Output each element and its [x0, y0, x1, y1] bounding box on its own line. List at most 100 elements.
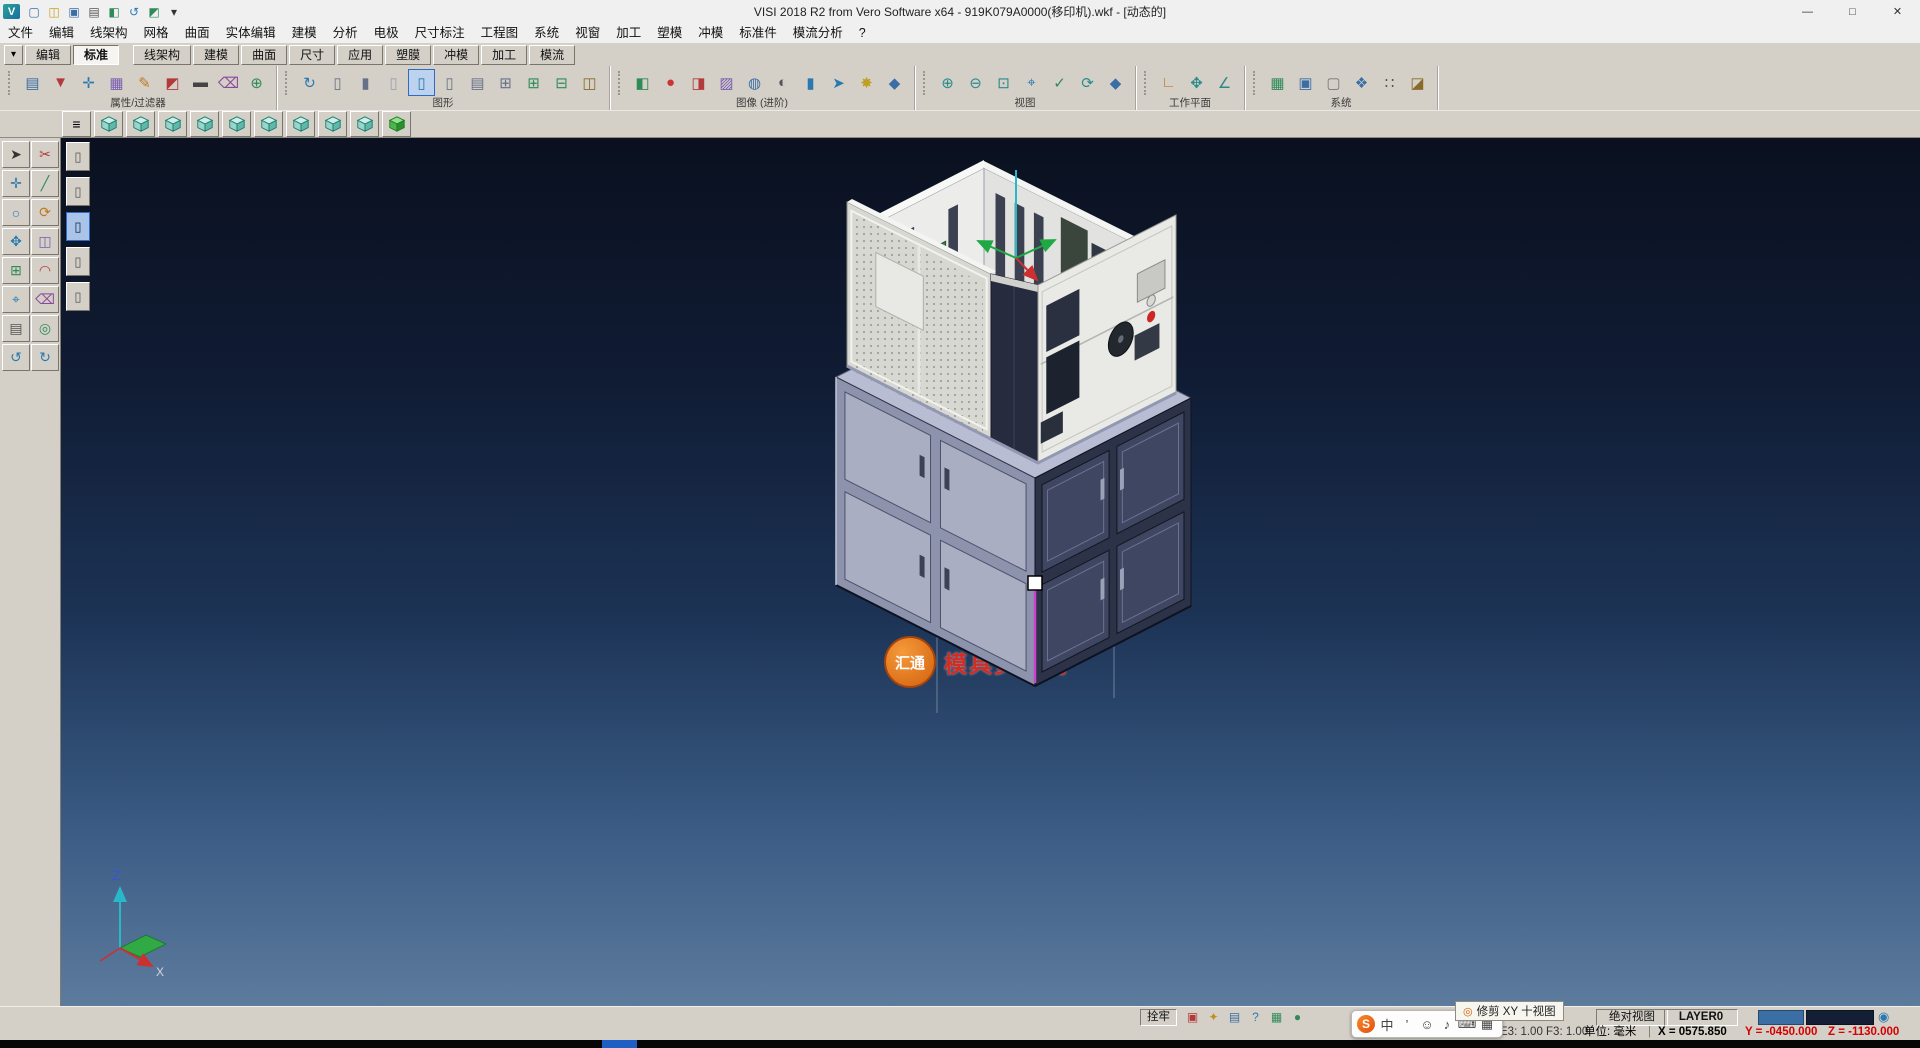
quick-select-icon[interactable]: ✛: [75, 69, 102, 96]
status-grid-icon[interactable]: ▦: [1267, 1009, 1286, 1025]
menu-item[interactable]: 标准件: [731, 23, 785, 43]
select-arrow-icon[interactable]: ➤: [2, 141, 30, 168]
status-end-icon[interactable]: ◉: [1878, 1009, 1889, 1025]
trim-icon[interactable]: ✂: [31, 141, 59, 168]
status-doc-icon[interactable]: ▤: [1225, 1009, 1244, 1025]
active-layer-indicator[interactable]: LAYER0: [1664, 1009, 1738, 1026]
verify-icon[interactable]: ✓: [1046, 69, 1073, 96]
reflect-icon[interactable]: ◆: [881, 69, 908, 96]
menu-item[interactable]: 塑模: [649, 23, 690, 43]
tab-dropdown-button[interactable]: ▾: [4, 45, 23, 65]
blank-page-icon[interactable]: ▢: [1320, 69, 1347, 96]
rotate-view-icon[interactable]: ⟳: [1074, 69, 1101, 96]
undo-icon[interactable]: ↺: [124, 2, 144, 21]
filter-wire-button[interactable]: ▯: [66, 177, 90, 206]
undo-icon[interactable]: ↺: [2, 344, 30, 371]
pen-style-icon[interactable]: ✎: [131, 69, 158, 96]
offset-icon[interactable]: ⊞: [2, 257, 30, 284]
menu-item[interactable]: 模流分析: [785, 23, 851, 43]
view-front[interactable]: [126, 111, 155, 137]
body-new-icon[interactable]: ⊞: [492, 69, 519, 96]
refresh-attr-icon[interactable]: ⊕: [243, 69, 270, 96]
menu-item[interactable]: 系统: [526, 23, 567, 43]
taskbar-app-indicator[interactable]: [602, 1040, 637, 1048]
filter-mesh-button[interactable]: ▯: [66, 282, 90, 311]
view-iso-3[interactable]: [350, 111, 379, 137]
tilt-plane-icon[interactable]: ◪: [1404, 69, 1431, 96]
highlight-icon[interactable]: ▮: [797, 69, 824, 96]
erase-icon[interactable]: ⌫: [31, 286, 59, 313]
erase-attr-icon[interactable]: ⌫: [215, 69, 242, 96]
circle-icon[interactable]: ○: [2, 199, 30, 226]
toolbar-more-icon[interactable]: ▾: [164, 2, 184, 21]
snap-icon[interactable]: ◎: [31, 315, 59, 342]
menu-item[interactable]: 尺寸标注: [407, 23, 473, 43]
sogou-logo-icon[interactable]: S: [1357, 1015, 1375, 1033]
viewport-3d[interactable]: [0, 138, 1920, 1006]
rotate-icon[interactable]: ⟳: [31, 199, 59, 226]
shadow-icon[interactable]: ◐: [769, 69, 796, 96]
redraw-icon[interactable]: ↻: [296, 69, 323, 96]
zoom-in-icon[interactable]: ⊕: [934, 69, 961, 96]
view-back[interactable]: [254, 111, 283, 137]
zoom-window-icon[interactable]: ⊡: [990, 69, 1017, 96]
traffic-light-icon[interactable]: ●: [657, 69, 684, 96]
material-icon[interactable]: ◨: [685, 69, 712, 96]
pattern-icon[interactable]: ❖: [1348, 69, 1375, 96]
view-right[interactable]: [222, 111, 251, 137]
layer-grid-icon[interactable]: ▦: [103, 69, 130, 96]
close-button[interactable]: ✕: [1875, 0, 1920, 23]
measure-icon[interactable]: ⌖: [2, 286, 30, 313]
workplane-angle-icon[interactable]: ∠: [1211, 69, 1238, 96]
open-file-icon[interactable]: ◫: [44, 2, 64, 21]
filter-point-button[interactable]: ▯: [66, 142, 90, 171]
redo-icon[interactable]: ↻: [31, 344, 59, 371]
filter-surface-button[interactable]: ▯: [66, 247, 90, 276]
color-swatch-icon[interactable]: ◩: [159, 69, 186, 96]
body-ghost-icon[interactable]: ▯: [436, 69, 463, 96]
shade-mode-icon[interactable]: ◧: [629, 69, 656, 96]
menu-item[interactable]: 文件: [0, 23, 41, 43]
menu-item[interactable]: 加工: [608, 23, 649, 43]
menu-item[interactable]: 分析: [325, 23, 366, 43]
light-icon[interactable]: ✸: [853, 69, 880, 96]
menu-item[interactable]: 编辑: [41, 23, 82, 43]
menu-item[interactable]: ?: [851, 23, 874, 43]
workplane-icon[interactable]: ∟: [1155, 69, 1182, 96]
body-list-icon[interactable]: ▤: [464, 69, 491, 96]
snap-lock-toggle[interactable]: 拴牢: [1140, 1009, 1177, 1026]
shade-view-icon[interactable]: ◆: [1102, 69, 1129, 96]
transparency-icon[interactable]: ◍: [741, 69, 768, 96]
body-shaded-icon[interactable]: ▮: [352, 69, 379, 96]
status-star-icon[interactable]: ✦: [1204, 1009, 1223, 1025]
measure-icon[interactable]: ⌖: [1018, 69, 1045, 96]
view-left[interactable]: [190, 111, 219, 137]
view-bottom[interactable]: [286, 111, 315, 137]
section-view-icon[interactable]: ◫: [576, 69, 603, 96]
new-doc-icon[interactable]: ▢: [24, 2, 44, 21]
texture-icon[interactable]: ▨: [713, 69, 740, 96]
line-icon[interactable]: ╱: [31, 170, 59, 197]
grid-on-icon[interactable]: ⊞: [520, 69, 547, 96]
body-hidden-icon[interactable]: ▯: [380, 69, 407, 96]
line-style-icon[interactable]: ▬: [187, 69, 214, 96]
ime-punct-icon[interactable]: ’: [1397, 1014, 1417, 1034]
zoom-out-icon[interactable]: ⊖: [962, 69, 989, 96]
point-icon[interactable]: ✛: [2, 170, 30, 197]
view-iso-2[interactable]: [318, 111, 347, 137]
menu-item[interactable]: 视窗: [567, 23, 608, 43]
layers-icon[interactable]: ▤: [2, 315, 30, 342]
body-outline-icon[interactable]: ▯: [324, 69, 351, 96]
print-icon[interactable]: ▤: [84, 2, 104, 21]
menu-item[interactable]: 线架构: [82, 23, 136, 43]
view-top[interactable]: [158, 111, 187, 137]
view-shaded[interactable]: [382, 111, 411, 137]
ime-emoji-icon[interactable]: ☺: [1417, 1014, 1437, 1034]
filter-solid-button[interactable]: ▯: [66, 212, 90, 241]
minimize-button[interactable]: —: [1785, 0, 1830, 23]
fillet-icon[interactable]: ◠: [31, 257, 59, 284]
ime-mode-icon[interactable]: 中: [1377, 1014, 1397, 1034]
attributes-icon[interactable]: ▤: [19, 69, 46, 96]
status-edit-icon[interactable]: ▣: [1183, 1009, 1202, 1025]
filter-icon[interactable]: ▼: [47, 69, 74, 96]
